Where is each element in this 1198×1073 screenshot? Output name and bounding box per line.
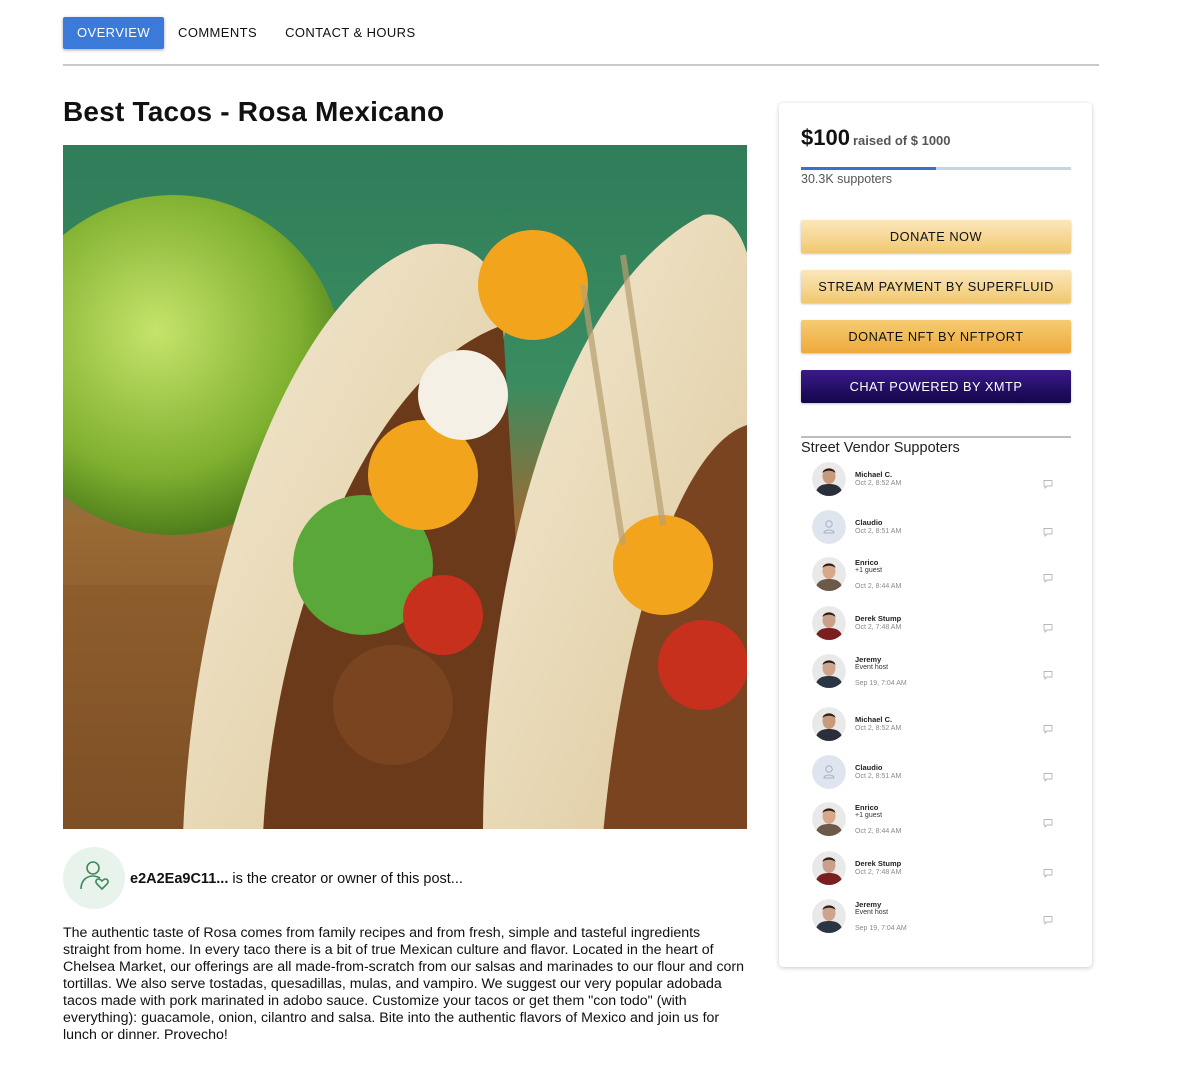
post-description: The authentic taste of Rosa comes from f…	[63, 925, 745, 1043]
chat-bubble-icon[interactable]	[1043, 570, 1053, 584]
supporter-time: Oct 2, 8:51 AM	[855, 773, 902, 780]
tab-contact-hours[interactable]: CONTACT & HOURS	[271, 17, 429, 49]
supporter-row[interactable]: Michael C. Oct 2, 8:52 AM	[801, 703, 1071, 743]
donate-now-button[interactable]: DONATE NOW	[801, 220, 1071, 253]
supporter-extra: +1 guest	[855, 812, 883, 819]
supporter-avatar	[812, 851, 846, 885]
supporter-name: Claudio	[855, 518, 883, 527]
supporter-name: Claudio	[855, 763, 883, 772]
chat-button[interactable]: CHAT POWERED BY XMTP	[801, 370, 1071, 403]
chat-bubble-icon[interactable]	[1043, 912, 1053, 926]
supporter-time: Oct 2, 8:44 AM	[855, 828, 902, 835]
supporter-row[interactable]: Enrico +1 guest Oct 2, 8:44 AM	[801, 798, 1071, 838]
tacos-photo	[63, 145, 747, 829]
chat-bubble-icon[interactable]	[1043, 620, 1053, 634]
chat-bubble-icon[interactable]	[1043, 769, 1053, 783]
supporter-time: Oct 2, 8:52 AM	[855, 480, 902, 487]
supporter-row[interactable]: Enrico +1 guest Oct 2, 8:44 AM	[801, 553, 1071, 593]
supporter-extra: Event host	[855, 909, 889, 916]
supporter-row[interactable]: Derek Stump Oct 2, 7:48 AM	[801, 602, 1071, 642]
chat-bubble-icon[interactable]	[1043, 476, 1053, 490]
chat-bubble-icon[interactable]	[1043, 721, 1053, 735]
user-heart-icon	[76, 858, 112, 899]
tab-bar: OVERVIEW COMMENTS CONTACT & HOURS	[63, 17, 430, 49]
tab-comments[interactable]: COMMENTS	[164, 17, 271, 49]
supporter-avatar	[812, 654, 846, 688]
supporter-extra: +1 guest	[855, 567, 883, 574]
chat-bubble-icon[interactable]	[1043, 524, 1053, 538]
supporter-row[interactable]: Claudio Oct 2, 8:51 AM	[801, 506, 1071, 546]
donate-nft-button[interactable]: DONATE NFT BY NFTPORT	[801, 320, 1071, 353]
supporter-time: Oct 2, 8:44 AM	[855, 583, 902, 590]
supporter-time: Sep 19, 7:04 AM	[855, 680, 907, 687]
supporter-avatar	[812, 707, 846, 741]
supporter-name: Enrico	[855, 803, 879, 812]
supporter-avatar	[812, 462, 846, 496]
supporter-row[interactable]: Jeremy Event host Sep 19, 7:04 AM	[801, 895, 1071, 935]
chat-bubble-icon[interactable]	[1043, 865, 1053, 879]
supporter-row[interactable]: Jeremy Event host Sep 19, 7:04 AM	[801, 650, 1071, 690]
supporter-time: Oct 2, 7:48 AM	[855, 624, 902, 631]
supporters-count: 30.3K suppoters	[801, 172, 893, 186]
supporter-extra: Event host	[855, 664, 889, 671]
funding-progress-bar	[801, 167, 1071, 170]
supporter-name: Enrico	[855, 558, 879, 567]
supporter-avatar	[812, 802, 846, 836]
supporter-time: Oct 2, 7:48 AM	[855, 869, 902, 876]
post-title: Best Tacos - Rosa Mexicano	[63, 96, 445, 127]
supporter-row[interactable]: Claudio Oct 2, 8:51 AM	[801, 751, 1071, 791]
supporters-divider	[801, 436, 1071, 438]
owner-suffix: is the creator or owner of this post...	[228, 871, 463, 887]
supporter-avatar	[812, 755, 846, 789]
owner-address[interactable]: e2A2Ea9C11...	[130, 871, 228, 887]
owner-line: e2A2Ea9C11... is the creator or owner of…	[130, 871, 463, 887]
chat-bubble-icon[interactable]	[1043, 667, 1053, 681]
supporter-avatar	[812, 606, 846, 640]
supporter-name: Michael C.	[855, 715, 893, 724]
raised-value: $100	[801, 125, 850, 150]
supporter-avatar	[812, 899, 846, 933]
funding-progress-fill	[801, 167, 936, 170]
supporter-avatar	[812, 557, 846, 591]
supporter-name: Michael C.	[855, 470, 893, 479]
supporter-time: Oct 2, 8:52 AM	[855, 725, 902, 732]
supporter-name: Jeremy	[855, 655, 882, 664]
supporter-name: Derek Stump	[855, 859, 902, 868]
chat-bubble-icon[interactable]	[1043, 815, 1053, 829]
supporter-row[interactable]: Michael C. Oct 2, 8:52 AM	[801, 458, 1071, 498]
owner-avatar	[63, 847, 125, 909]
raised-goal: raised of $ 1000	[852, 133, 951, 148]
raised-amount: $100 raised of $ 1000	[801, 125, 951, 151]
supporter-row[interactable]: Derek Stump Oct 2, 7:48 AM	[801, 847, 1071, 887]
supporter-name: Derek Stump	[855, 614, 902, 623]
supporter-avatar	[812, 510, 846, 544]
supporters-title: Street Vendor Suppoters	[801, 440, 960, 456]
tabs-divider	[63, 64, 1099, 66]
funding-card: $100 raised of $ 1000 30.3K suppoters DON…	[779, 103, 1092, 967]
stream-payment-button[interactable]: STREAM PAYMENT BY SUPERFLUID	[801, 270, 1071, 303]
supporter-time: Sep 19, 7:04 AM	[855, 925, 907, 932]
supporter-name: Jeremy	[855, 900, 882, 909]
supporter-time: Oct 2, 8:51 AM	[855, 528, 902, 535]
tab-overview[interactable]: OVERVIEW	[63, 17, 165, 49]
